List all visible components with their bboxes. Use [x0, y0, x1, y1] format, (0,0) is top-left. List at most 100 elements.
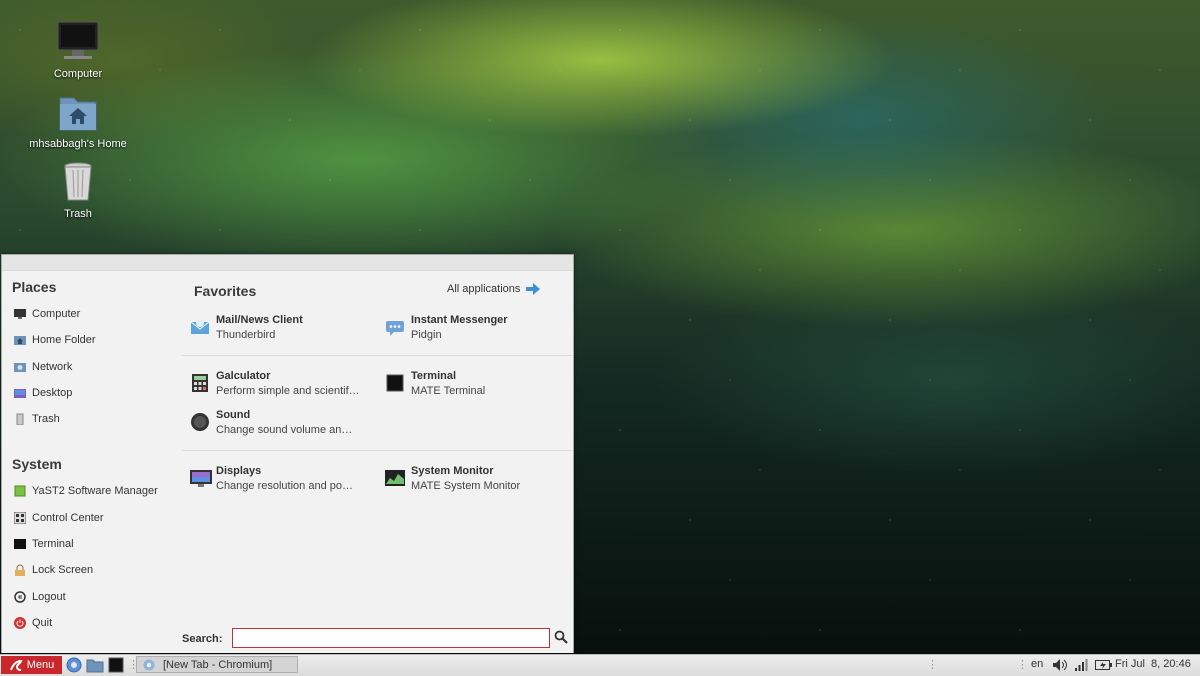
- home-folder-icon: [14, 334, 26, 346]
- lock-icon: [14, 564, 26, 576]
- places-item-desktop[interactable]: Desktop: [14, 383, 72, 403]
- desktop-icon-computer[interactable]: Computer: [18, 20, 138, 80]
- file-manager-launcher-icon[interactable]: [86, 657, 104, 673]
- system-item-yast2[interactable]: YaST2 Software Manager: [14, 481, 158, 501]
- desktop-icon-label: Computer: [53, 68, 103, 80]
- search-input[interactable]: [232, 628, 550, 648]
- desktop-icon-trash[interactable]: Trash: [18, 160, 138, 220]
- calculator-icon: [190, 373, 210, 393]
- gecko-logo-icon: [9, 658, 23, 672]
- trash-icon: [54, 160, 102, 206]
- favorite-subtitle: MATE Terminal: [411, 385, 486, 397]
- system-item-label: Lock Screen: [32, 564, 94, 576]
- keyboard-layout-indicator[interactable]: en: [1031, 658, 1043, 670]
- arrow-right-icon: [526, 283, 541, 295]
- chromium-window-icon: [143, 659, 155, 671]
- places-item-label: Home Folder: [32, 334, 96, 346]
- terminal-icon: [14, 538, 26, 550]
- places-item-trash[interactable]: Trash: [14, 409, 60, 429]
- taskbar-window-chromium[interactable]: [New Tab - Chromium]: [136, 656, 298, 673]
- menu-topbar: [2, 255, 573, 271]
- terminal-launcher-icon[interactable]: [108, 657, 124, 673]
- desktop-icon-label: Trash: [64, 208, 92, 220]
- favorite-subtitle: MATE System Monitor: [411, 480, 521, 492]
- favorite-displays[interactable]: Displays Change resolution and po…: [190, 464, 380, 494]
- volume-icon[interactable]: [1052, 658, 1068, 675]
- power-icon: [14, 617, 26, 629]
- favorite-title: Galculator: [216, 370, 271, 382]
- home-folder-icon: [54, 90, 102, 136]
- system-heading: System: [12, 456, 62, 472]
- places-item-home-folder[interactable]: Home Folder: [14, 330, 96, 350]
- logout-icon: [14, 591, 26, 603]
- network-signal-icon[interactable]: [1074, 658, 1088, 675]
- desktop-icon-home[interactable]: mhsabbagh's Home: [18, 90, 138, 150]
- favorite-title: System Monitor: [411, 465, 494, 477]
- trash-icon: [14, 413, 26, 426]
- favorites-separator: [182, 450, 572, 451]
- system-item-label: YaST2 Software Manager: [32, 485, 158, 497]
- computer-icon: [54, 20, 102, 66]
- favorite-title: Terminal: [411, 370, 457, 382]
- search-icon[interactable]: [554, 630, 568, 644]
- control-center-icon: [13, 511, 27, 525]
- search-label: Search:: [182, 633, 223, 645]
- places-item-label: Trash: [32, 413, 60, 425]
- system-item-quit[interactable]: Quit: [14, 613, 52, 633]
- menu-button[interactable]: Menu: [1, 656, 62, 674]
- system-item-label: Quit: [32, 617, 53, 629]
- favorite-subtitle: Pidgin: [411, 329, 442, 341]
- desktop-icon-label: mhsabbagh's Home: [29, 138, 127, 150]
- places-item-label: Network: [32, 361, 73, 373]
- system-item-label: Terminal: [32, 538, 74, 550]
- places-heading: Places: [12, 279, 57, 295]
- system-item-label: Logout: [32, 591, 66, 603]
- favorite-subtitle: Perform simple and scientif…: [216, 385, 360, 397]
- desktop-icon: [14, 387, 26, 399]
- favorite-title: Mail/News Client: [216, 314, 303, 326]
- network-icon: [14, 361, 26, 373]
- terminal-icon: [385, 373, 405, 393]
- favorite-title: Instant Messenger: [411, 314, 508, 326]
- system-item-terminal[interactable]: Terminal: [14, 534, 74, 554]
- favorites-heading: Favorites: [194, 283, 257, 299]
- system-item-label: Control Center: [32, 512, 104, 524]
- favorite-mail-client[interactable]: Mail/News Client Thunderbird: [190, 313, 380, 343]
- panel-handle-icon: ⋮: [1017, 659, 1028, 671]
- application-menu: Places Computer Home Folder Network Desk…: [1, 254, 574, 653]
- favorite-system-monitor[interactable]: System Monitor MATE System Monitor: [385, 464, 575, 494]
- places-item-network[interactable]: Network: [14, 357, 72, 377]
- favorite-instant-messenger[interactable]: Instant Messenger Pidgin: [385, 313, 575, 343]
- system-item-logout[interactable]: Logout: [14, 587, 66, 607]
- favorite-title: Sound: [216, 409, 251, 421]
- favorite-galculator[interactable]: Galculator Perform simple and scientif…: [190, 369, 380, 399]
- package-icon: [14, 485, 26, 497]
- system-monitor-icon: [385, 468, 405, 488]
- favorite-subtitle: Change sound volume an…: [216, 424, 353, 436]
- all-applications-label: All applications: [447, 283, 521, 295]
- display-icon: [190, 468, 212, 488]
- all-applications-button[interactable]: All applications: [447, 283, 541, 295]
- favorite-sound[interactable]: Sound Change sound volume an…: [190, 408, 380, 438]
- mail-icon: [190, 317, 210, 337]
- chromium-launcher-icon[interactable]: [66, 657, 82, 673]
- favorite-subtitle: Change resolution and po…: [216, 480, 353, 492]
- favorite-subtitle: Thunderbird: [216, 329, 276, 341]
- taskbar: Menu ⋮ [New Tab - Chromium] ⋮ ⋮ en Fri J…: [0, 654, 1200, 676]
- chat-icon: [385, 317, 405, 337]
- favorites-separator: [182, 355, 572, 356]
- system-item-control-center[interactable]: Control Center: [13, 508, 104, 528]
- places-item-label: Computer: [32, 308, 81, 320]
- places-item-label: Desktop: [32, 387, 73, 399]
- system-item-lock-screen[interactable]: Lock Screen: [14, 560, 93, 580]
- computer-icon: [14, 308, 26, 320]
- favorite-terminal[interactable]: Terminal MATE Terminal: [385, 369, 575, 399]
- favorite-title: Displays: [216, 465, 262, 477]
- sound-icon: [190, 412, 210, 432]
- window-title: [New Tab - Chromium]: [163, 658, 273, 671]
- menu-button-label: Menu: [26, 659, 55, 671]
- panel-handle-icon: ⋮: [927, 659, 938, 671]
- clock[interactable]: Fri Jul 8, 20:46: [1115, 658, 1191, 670]
- places-item-computer[interactable]: Computer: [14, 304, 80, 324]
- battery-icon[interactable]: [1095, 659, 1113, 674]
